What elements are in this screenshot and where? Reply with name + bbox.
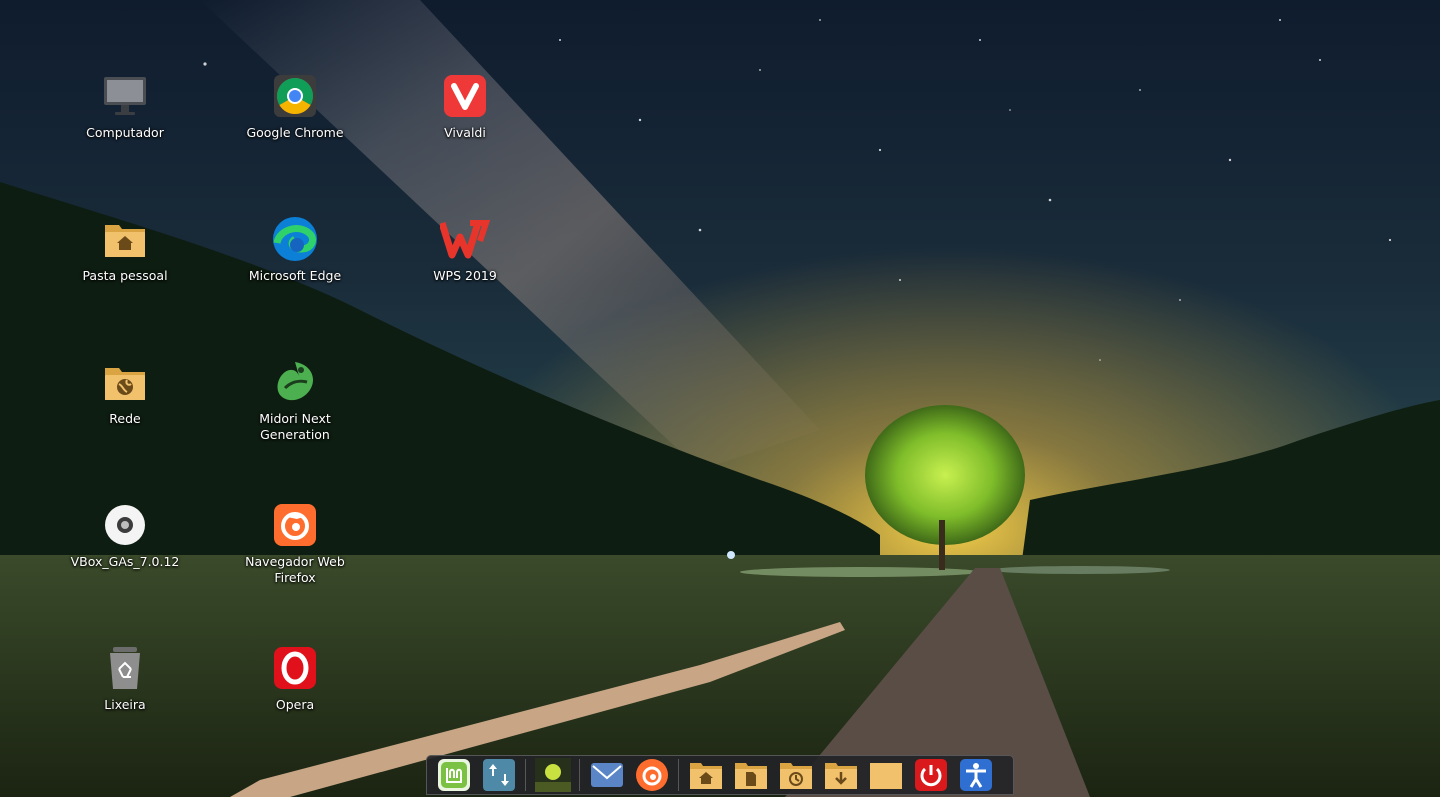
desktop-icon-label: Vivaldi — [444, 125, 486, 140]
trash-icon — [99, 642, 151, 694]
desktop-icon-wps[interactable]: WPS 2019 — [400, 213, 530, 284]
desktop-icon-chrome[interactable]: Google Chrome — [230, 70, 360, 141]
desktop-icon-label: Opera — [275, 697, 315, 712]
desktop-icon-label: Navegador Web Firefox — [245, 554, 345, 585]
desktop-icon-label: WPS 2019 — [433, 268, 497, 283]
desktop-icon-label: Google Chrome — [246, 125, 344, 140]
desktop-icon-trash[interactable]: Lixeira — [60, 642, 190, 713]
desktop-icon-vbox[interactable]: VBox_GAs_7.0.12 — [60, 499, 190, 570]
documents-folder-icon — [734, 763, 767, 789]
downloads-folder-icon — [824, 763, 857, 789]
desktop-icon-label: Computador — [86, 125, 164, 140]
dock-generic-folder[interactable] — [866, 757, 906, 793]
dock-accessibility[interactable] — [956, 757, 996, 793]
network-folder-icon — [99, 356, 151, 408]
dock-recent-folder[interactable] — [776, 757, 816, 793]
desktop-icon-edge[interactable]: Microsoft Edge — [230, 213, 360, 284]
desktop-icon-label: Pasta pessoal — [82, 268, 168, 283]
disc-icon — [99, 499, 151, 551]
vivaldi-icon — [439, 70, 491, 122]
dock-documents-folder[interactable] — [731, 757, 771, 793]
dock-panel — [426, 755, 1014, 795]
dock-separator — [525, 759, 526, 791]
dock-downloads-folder[interactable] — [821, 757, 861, 793]
recent-folder-icon — [779, 763, 812, 789]
midori-icon — [269, 356, 321, 408]
desktop-icon-label: VBox_GAs_7.0.12 — [70, 554, 180, 569]
desktop-icon-label: Rede — [109, 411, 141, 426]
firefox-icon — [635, 759, 668, 791]
home-folder-icon — [99, 213, 151, 265]
desktop-wallpaper — [0, 0, 1440, 797]
dock-firefox[interactable] — [632, 757, 672, 793]
dock-mint-menu[interactable] — [434, 757, 474, 793]
wps-icon — [439, 213, 491, 265]
power-icon — [914, 759, 947, 791]
edge-icon — [269, 213, 321, 265]
computer-monitor-icon — [99, 70, 151, 122]
desktop-icon-home[interactable]: Pasta pessoal — [60, 213, 190, 284]
desktop-icon-vivaldi[interactable]: Vivaldi — [400, 70, 530, 141]
accessibility-icon — [959, 759, 992, 791]
dock-separator — [678, 759, 679, 791]
wallpaper-thumbnail-icon — [534, 758, 571, 792]
desktop-icon-label: Midori Next Generation — [259, 411, 331, 442]
update-manager-icon — [482, 759, 515, 791]
home-folder-icon — [689, 763, 722, 789]
dock-power[interactable] — [911, 757, 951, 793]
desktop-icon-label: Lixeira — [104, 697, 146, 712]
generic-folder-icon — [869, 763, 902, 789]
dock-home-folder[interactable] — [686, 757, 726, 793]
dock-mail[interactable] — [587, 757, 627, 793]
firefox-icon — [269, 499, 321, 551]
desktop-icon-firefox[interactable]: Navegador Web Firefox — [230, 499, 360, 586]
chrome-icon — [269, 70, 321, 122]
mint-menu-icon — [437, 759, 470, 791]
dock-separator — [579, 759, 580, 791]
desktop-icon-computer[interactable]: Computador — [60, 70, 190, 141]
mail-icon — [590, 763, 623, 787]
desktop-icon-label: Microsoft Edge — [248, 268, 342, 283]
dock-wallpaper-thumbnail[interactable] — [533, 757, 573, 793]
desktop-icon-midori[interactable]: Midori Next Generation — [230, 356, 360, 443]
desktop-icon-network[interactable]: Rede — [60, 356, 190, 427]
desktop-icon-opera[interactable]: Opera — [230, 642, 360, 713]
dock-update-manager[interactable] — [479, 757, 519, 793]
opera-icon — [269, 642, 321, 694]
